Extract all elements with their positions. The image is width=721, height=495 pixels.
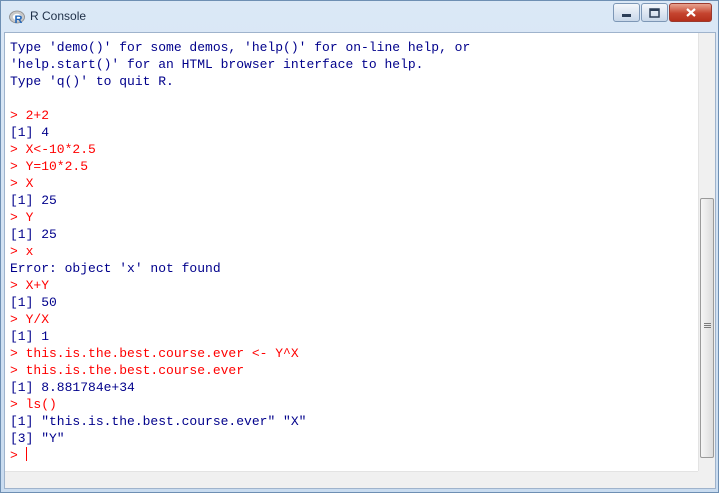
console-output-line: [1] 8.881784e+34 xyxy=(10,380,135,395)
console-banner-line: Type 'q()' to quit R. xyxy=(10,74,174,89)
maximize-icon xyxy=(649,7,660,18)
console-banner-line: 'help.start()' for an HTML browser inter… xyxy=(10,57,424,72)
text-cursor xyxy=(25,447,27,461)
close-icon xyxy=(685,8,696,17)
minimize-icon xyxy=(622,13,631,17)
console-input-line: > Y/X xyxy=(10,312,50,327)
console-input-line: > Y xyxy=(10,210,34,225)
console-output-line: [1] 25 xyxy=(10,227,57,242)
console-output-line: [1] 4 xyxy=(10,125,50,140)
scrollbar-corner xyxy=(698,471,715,488)
console-output-line: [3] "Y" xyxy=(10,431,65,446)
console-prompt-line[interactable]: > xyxy=(10,447,470,464)
console-output-line: [1] "this.is.the.best.course.ever" "X" xyxy=(10,414,307,429)
close-button[interactable] xyxy=(669,3,712,22)
vertical-scroll-thumb[interactable] xyxy=(700,198,714,458)
console-output-line: Error: object 'x' not found xyxy=(10,261,221,276)
title-bar[interactable]: R R Console xyxy=(1,1,718,33)
console-output-line: [1] 50 xyxy=(10,295,57,310)
console-input-line: > 2+2 xyxy=(10,108,50,123)
scroll-grip-icon xyxy=(704,323,711,324)
svg-text:R: R xyxy=(15,14,23,25)
console-input-line: > X xyxy=(10,176,34,191)
console-output-line: [1] 25 xyxy=(10,193,57,208)
console-input-line: > this.is.the.best.course.ever <- Y^X xyxy=(10,346,299,361)
console-input-line: > Y=10*2.5 xyxy=(10,159,89,174)
console-output[interactable]: Type 'demo()' for some demos, 'help()' f… xyxy=(5,33,699,472)
r-console-window: R R Console Type 'demo()' for some demos… xyxy=(0,0,719,493)
console-prompt: > xyxy=(10,448,26,463)
minimize-button[interactable] xyxy=(613,3,640,22)
console-input-line: > this.is.the.best.course.ever xyxy=(10,363,245,378)
vertical-scrollbar[interactable] xyxy=(698,33,715,472)
window-controls xyxy=(613,3,712,22)
console-input-line: > ls() xyxy=(10,397,57,412)
console-output-line: [1] 1 xyxy=(10,329,50,344)
horizontal-scrollbar[interactable] xyxy=(5,471,699,488)
maximize-button[interactable] xyxy=(641,3,668,22)
console-input-line: > X+Y xyxy=(10,278,50,293)
window-title: R Console xyxy=(30,9,87,23)
console-input-line: > X<-10*2.5 xyxy=(10,142,96,157)
console-lines: Type 'demo()' for some demos, 'help()' f… xyxy=(10,39,470,464)
console-input-line: > x xyxy=(10,244,34,259)
console-banner-line: Type 'demo()' for some demos, 'help()' f… xyxy=(10,40,471,55)
r-logo-icon: R xyxy=(9,10,25,25)
console-client-area: Type 'demo()' for some demos, 'help()' f… xyxy=(4,32,716,489)
